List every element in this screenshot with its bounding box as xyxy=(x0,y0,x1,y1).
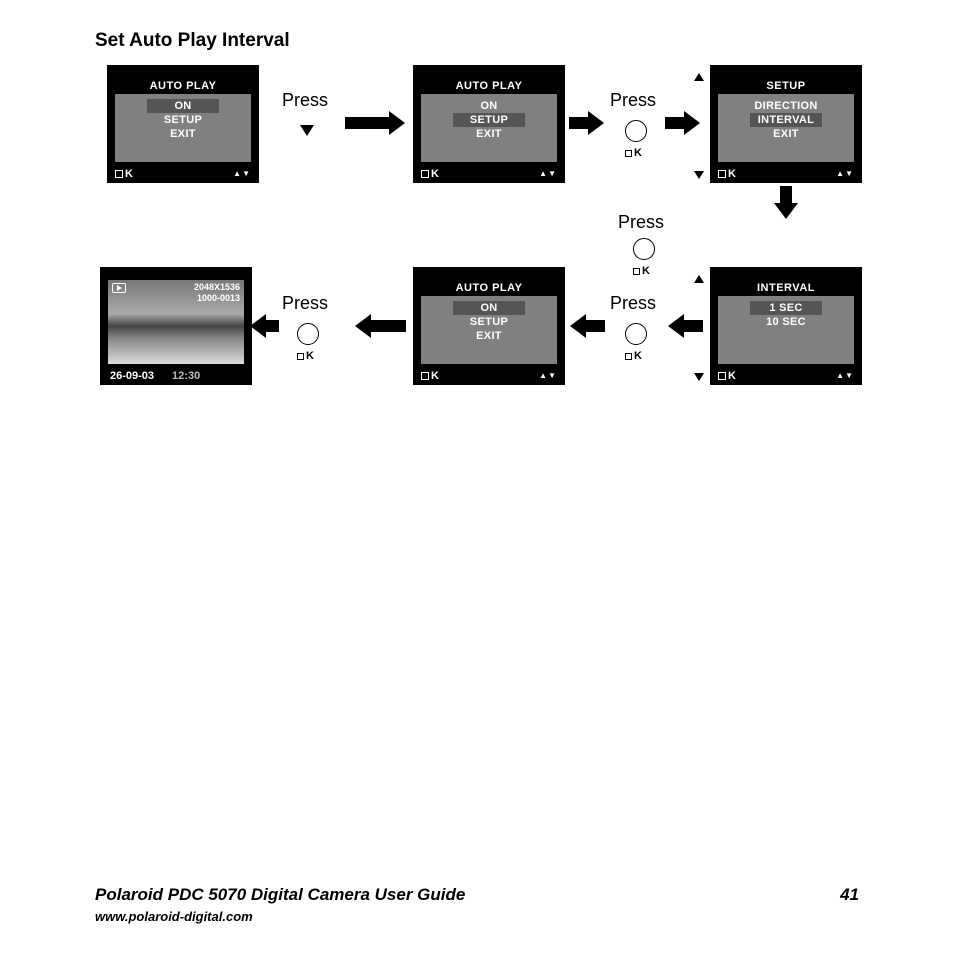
down-triangle-icon xyxy=(694,373,704,381)
menu-item: ON xyxy=(421,99,557,113)
lcd-body: 1 SEC 10 SEC xyxy=(718,296,854,329)
arrow-down-icon xyxy=(780,186,792,204)
lcd-setup: SETUP DIRECTION INTERVAL EXIT K ▲▼ xyxy=(710,65,862,183)
ok-indicator: K xyxy=(421,370,440,382)
photo-image: 2048X1536 1000-0013 xyxy=(108,280,244,364)
ok-text: K xyxy=(625,350,643,362)
press-label: Press xyxy=(618,212,664,233)
lcd-photo-playback: 2048X1536 1000-0013 26-09-03 12:30 xyxy=(100,267,252,385)
ok-button-icon xyxy=(297,323,319,345)
menu-item: INTERVAL xyxy=(750,113,822,127)
square-icon xyxy=(421,170,429,178)
down-triangle-icon xyxy=(694,171,704,179)
lcd-interval: INTERVAL 1 SEC 10 SEC K ▲▼ xyxy=(710,267,862,385)
lcd-autoplay-on-2: AUTO PLAY ON SETUP EXIT K ▲▼ xyxy=(413,267,565,385)
lcd-title: AUTO PLAY xyxy=(421,78,557,94)
menu-item: EXIT xyxy=(115,127,251,141)
ok-text: K xyxy=(297,350,315,362)
arrow-right-icon xyxy=(345,117,390,129)
ok-button-icon xyxy=(633,238,655,260)
lcd-title: AUTO PLAY xyxy=(115,78,251,94)
arrow-left-icon xyxy=(683,320,703,332)
lcd-inner: SETUP DIRECTION INTERVAL EXIT xyxy=(718,78,854,162)
menu-item: 1 SEC xyxy=(750,301,822,315)
footer-line: Polaroid PDC 5070 Digital Camera User Gu… xyxy=(95,885,859,905)
ok-indicator: K xyxy=(421,168,440,180)
arrow-left-icon xyxy=(370,320,406,332)
counter-text: 1000-0013 xyxy=(194,293,240,304)
square-icon xyxy=(115,170,123,178)
square-icon xyxy=(297,353,304,360)
updown-icon: ▲▼ xyxy=(539,373,557,379)
press-label: Press xyxy=(610,90,656,111)
guide-title: Polaroid PDC 5070 Digital Camera User Gu… xyxy=(95,885,465,905)
ok-button-icon xyxy=(625,323,647,345)
square-icon xyxy=(718,170,726,178)
footer-url: www.polaroid-digital.com xyxy=(95,909,859,924)
lcd-autoplay-on: AUTO PLAY ON SETUP EXIT K ▲▼ xyxy=(107,65,259,183)
menu-item: 10 SEC xyxy=(718,315,854,329)
square-icon xyxy=(421,372,429,380)
menu-item: EXIT xyxy=(421,127,557,141)
menu-item: ON xyxy=(147,99,219,113)
resolution-text: 2048X1536 xyxy=(194,282,240,293)
menu-item: DIRECTION xyxy=(718,99,854,113)
menu-item: EXIT xyxy=(718,127,854,141)
arrow-left-icon xyxy=(585,320,605,332)
lcd-inner: INTERVAL 1 SEC 10 SEC xyxy=(718,280,854,364)
square-icon xyxy=(625,353,632,360)
page-number: 41 xyxy=(840,885,859,905)
press-label: Press xyxy=(282,293,328,314)
time-text: 12:30 xyxy=(172,370,200,382)
lcd-title: SETUP xyxy=(718,78,854,94)
lcd-footer: K ▲▼ xyxy=(115,168,251,180)
menu-item: EXIT xyxy=(421,329,557,343)
lcd-body: ON SETUP EXIT xyxy=(421,94,557,141)
square-icon xyxy=(633,268,640,275)
menu-item: ON xyxy=(453,301,525,315)
up-triangle-icon xyxy=(694,275,704,283)
lcd-inner: AUTO PLAY ON SETUP EXIT xyxy=(421,78,557,162)
play-icon xyxy=(112,283,126,293)
page-footer: Polaroid PDC 5070 Digital Camera User Gu… xyxy=(95,885,859,924)
arrow-right-icon xyxy=(569,117,589,129)
ok-button-icon xyxy=(625,120,647,142)
arrow-left-icon xyxy=(265,320,279,332)
ok-indicator: K xyxy=(718,370,737,382)
menu-item: SETUP xyxy=(115,113,251,127)
lcd-title: INTERVAL xyxy=(718,280,854,296)
date-text: 26-09-03 xyxy=(110,370,154,382)
photo-info: 2048X1536 1000-0013 xyxy=(194,282,240,304)
photo-footer: 26-09-03 12:30 xyxy=(110,370,242,382)
ok-indicator: K xyxy=(115,168,134,180)
lcd-inner: AUTO PLAY ON SETUP EXIT xyxy=(115,78,251,162)
ok-text: K xyxy=(625,147,643,159)
press-label: Press xyxy=(610,293,656,314)
press-label: Press xyxy=(282,90,328,111)
menu-item: SETUP xyxy=(453,113,525,127)
updown-icon: ▲▼ xyxy=(836,373,854,379)
square-icon xyxy=(625,150,632,157)
lcd-title: AUTO PLAY xyxy=(421,280,557,296)
ok-indicator: K xyxy=(718,168,737,180)
up-triangle-icon xyxy=(694,73,704,81)
arrow-right-icon xyxy=(665,117,685,129)
lcd-autoplay-setup: AUTO PLAY ON SETUP EXIT K ▲▼ xyxy=(413,65,565,183)
lcd-body: DIRECTION INTERVAL EXIT xyxy=(718,94,854,141)
updown-icon: ▲▼ xyxy=(539,171,557,177)
down-triangle-icon xyxy=(300,125,314,136)
lcd-footer: K ▲▼ xyxy=(718,370,854,382)
square-icon xyxy=(718,372,726,380)
lcd-footer: K ▲▼ xyxy=(718,168,854,180)
ok-text: K xyxy=(633,265,651,277)
page-title: Set Auto Play Interval xyxy=(95,30,290,52)
menu-item: SETUP xyxy=(421,315,557,329)
updown-icon: ▲▼ xyxy=(836,171,854,177)
lcd-footer: K ▲▼ xyxy=(421,370,557,382)
lcd-body: ON SETUP EXIT xyxy=(115,94,251,141)
updown-icon: ▲▼ xyxy=(233,171,251,177)
lcd-inner: AUTO PLAY ON SETUP EXIT xyxy=(421,280,557,364)
lcd-body: ON SETUP EXIT xyxy=(421,296,557,343)
lcd-footer: K ▲▼ xyxy=(421,168,557,180)
